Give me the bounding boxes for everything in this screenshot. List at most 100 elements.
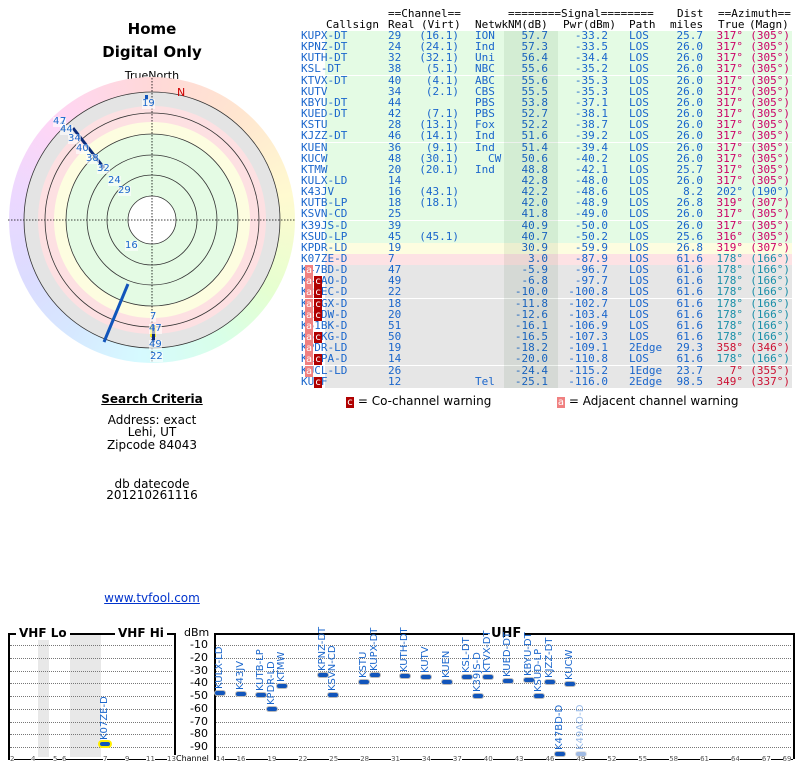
signal-mark[interactable] [276,683,287,688]
cell-true: 349° [716,374,744,388]
signal-mark[interactable] [544,680,555,685]
adjacent-channel-flag-icon: a [557,397,565,408]
signal-mark-label: KUEN [440,651,452,679]
cell-net: Tel [475,374,495,388]
x-tick-label: 49 [576,755,586,763]
signal-mark-label: K43JV [234,661,246,691]
y-tick-label: -70 [190,714,208,728]
signal-mark[interactable] [256,692,267,697]
signal-mark[interactable] [328,692,339,697]
signal-mark[interactable] [472,694,483,698]
signal-mark[interactable] [462,675,473,680]
table-row[interactable]: KUTF12Tel-25.1-116.02Edge98.5349°(337°) [301,374,792,389]
signal-mark[interactable] [565,681,576,686]
gridline [10,645,172,646]
signal-mark[interactable] [441,680,452,685]
signal-mark[interactable] [235,692,246,697]
gridline [10,708,172,710]
signal-mark[interactable] [359,679,370,684]
x-tick-label: 9 [125,755,130,763]
gridline [216,747,791,748]
x-tick-label: 22 [298,755,308,763]
signal-mark-label: KUTB-LP [255,648,267,691]
signal-mark[interactable] [369,672,380,677]
y-tick-label: -60 [190,701,208,715]
y-tick-label: -10 [190,638,208,651]
polar-station-label: 19 [142,98,155,109]
cell-dist: 98.5 [676,374,704,388]
signal-mark-label: KUPX-DT [368,627,380,671]
signal-mark[interactable] [400,674,411,679]
gridline [10,747,172,748]
gridline [10,683,172,685]
signal-mark[interactable] [575,752,586,756]
polar-station-label: 29 [118,185,131,196]
cell-real: 12 [388,374,402,388]
signal-mark[interactable] [534,694,545,699]
signal-mark-label: KUCW [564,649,576,680]
x-tick-label: 16 [236,755,246,763]
cell-virt: (20.1) [419,162,459,176]
vhf-hi-title: VHF Hi [115,626,167,640]
gridline [216,708,791,710]
signal-mark-label: K47BD-D [553,704,565,750]
signal-mark-label: KSVN-CD [327,645,339,691]
x-tick-label: 52 [607,755,617,763]
x-tick-label: 67 [761,755,771,763]
signal-mark-label: K07ZE-D [99,696,110,741]
vhf-lo-title: VHF Lo [16,626,70,640]
north-marker: N [177,86,186,99]
search-criteria-heading: Search Criteria [101,392,203,406]
signal-mark[interactable] [421,675,431,680]
signal-mark[interactable] [482,675,493,680]
signal-mark-label: KSUD-LP [533,649,545,693]
cell-net: Ind [475,162,495,176]
cell-pwr: -116.0 [568,374,608,388]
gridline [10,670,172,672]
gridline [216,683,791,685]
x-tick-label: 2 [10,755,15,763]
signal-mark-label: KUED-DT [502,631,514,677]
nm-column-shade [504,31,558,388]
signal-mark[interactable] [503,678,514,683]
signal-mark-label: KUTH-DT [399,627,411,673]
gridline [10,721,172,723]
gridline [10,734,172,736]
x-tick-label: 6 [62,755,67,763]
polar-station-label: 47 [149,323,162,334]
gridline [10,696,172,697]
gridline [216,721,791,723]
cell-virt: (2.1) [425,84,459,98]
x-tick-label: 40 [483,755,493,763]
x-tick-label: 28 [360,755,370,763]
signal-mark-label: K39JS-D [471,652,483,692]
x-axis-label: Channel [176,754,209,763]
cell-magn: (337°) [750,374,790,388]
cell-virt: (18.1) [419,196,459,210]
gridline [216,696,791,697]
x-tick-label: 19 [267,755,277,763]
y-tick-label: -90 [190,740,208,753]
polar-station-label: 32 [97,163,110,174]
signal-mark-label: KTVX-DT [481,630,493,674]
adjacent-channel-legend: = Adjacent channel warning [568,394,739,408]
tvfool-link[interactable]: www.tvfool.com [104,591,200,605]
signal-mark-label: KUTV [420,646,431,674]
signal-mark[interactable] [554,752,565,756]
signal-mark-label: KJZZ-DT [543,637,555,679]
signal-mark[interactable] [215,691,225,696]
x-tick-label: 11 [146,755,155,763]
co-channel-flag-icon: c [346,397,354,408]
signal-mark-label: KPDR-LD [265,660,277,705]
cell-virt: (45.1) [419,229,459,243]
x-tick-label: 43 [514,755,524,763]
x-tick-label: 7 [103,755,108,763]
signal-mark-label: KSTU [358,651,370,678]
signal-mark[interactable] [266,706,277,711]
co-channel-legend: = Co-channel warning [357,394,492,408]
cell-path: 2Edge [629,374,663,388]
signal-mark[interactable] [100,742,110,747]
x-tick-label: 34 [422,755,431,763]
x-tick-label: 58 [669,755,679,763]
polar-station-label: 49 [149,339,162,350]
